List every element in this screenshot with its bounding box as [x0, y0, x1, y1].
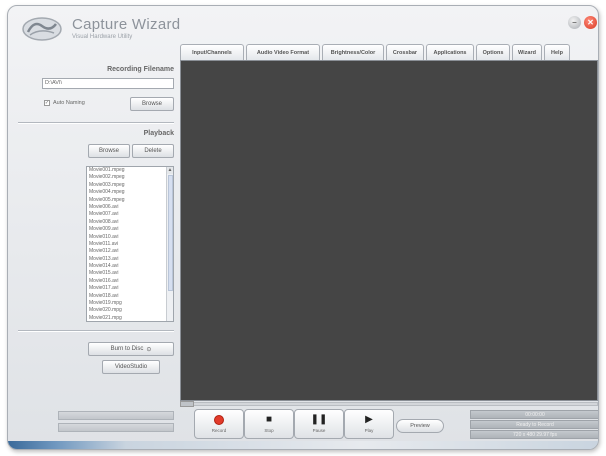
- auto-naming-label: Auto Naming: [53, 100, 85, 106]
- stop-icon: ■: [265, 414, 273, 425]
- file-list-item[interactable]: Movie015.avi: [87, 270, 173, 277]
- file-list-item[interactable]: Movie002.mpeg: [87, 174, 173, 181]
- file-list-item[interactable]: Movie004.mpeg: [87, 189, 173, 196]
- file-list-item[interactable]: Movie006.avi: [87, 204, 173, 211]
- playback-delete-button[interactable]: Delete: [132, 144, 174, 158]
- stop-button[interactable]: ■ Stop: [244, 409, 294, 439]
- file-list-item[interactable]: Movie005.mpeg: [87, 197, 173, 204]
- divider: [18, 122, 174, 124]
- preview-button[interactable]: Preview: [396, 419, 444, 433]
- seek-bar[interactable]: [180, 401, 598, 407]
- tab-crossbar[interactable]: Crossbar: [386, 44, 424, 60]
- file-items: Movie001.mpeg Movie002.mpeg Movie003.mpeg M…: [87, 167, 173, 321]
- recording-filename-input[interactable]: D:\AVI\: [42, 78, 174, 89]
- disc-icon: ⊙: [146, 346, 152, 353]
- play-label: Play: [364, 428, 374, 433]
- file-list-item[interactable]: Movie017.avi: [87, 285, 173, 292]
- burn-to-disc-button[interactable]: Burn to Disc ⊙: [88, 342, 174, 356]
- video-preview: [180, 60, 598, 401]
- stop-label: Stop: [264, 428, 274, 433]
- file-list-item[interactable]: Movie009.avi: [87, 226, 173, 233]
- pause-button[interactable]: ❚❚ Pause: [294, 409, 344, 439]
- file-list-item[interactable]: Movie001.mpeg: [87, 167, 173, 174]
- scroll-thumb[interactable]: [168, 175, 173, 291]
- tab-wizard[interactable]: Wizard: [512, 44, 542, 60]
- playback-file-list[interactable]: Movie001.mpeg Movie002.mpeg Movie003.mpeg M…: [86, 166, 174, 322]
- record-label: Record: [211, 428, 227, 433]
- window-bottom-accent: [8, 441, 598, 449]
- file-list-scrollbar[interactable]: ▲: [166, 167, 173, 321]
- file-list-item[interactable]: Movie003.mpeg: [87, 182, 173, 189]
- left-panel: Recording Filename D:\AVI\ ✓ Auto Naming…: [18, 64, 174, 394]
- tab-applications[interactable]: Applications: [426, 44, 474, 60]
- file-list-item[interactable]: Movie020.mpg: [87, 307, 173, 314]
- tab-input-channels[interactable]: Input/Channels: [180, 44, 244, 60]
- auto-naming-row[interactable]: ✓ Auto Naming: [44, 100, 85, 106]
- tab-help[interactable]: Help: [544, 44, 570, 60]
- file-list-item[interactable]: Movie008.avi: [87, 219, 173, 226]
- status-bar-left-1: [58, 411, 174, 420]
- recording-browse-button[interactable]: Browse: [130, 97, 174, 111]
- file-list-item[interactable]: Movie018.avi: [87, 293, 173, 300]
- file-list-item[interactable]: Movie012.avi: [87, 248, 173, 255]
- tab-options[interactable]: Options: [476, 44, 510, 60]
- burn-to-disc-label: Burn to Disc: [110, 346, 144, 352]
- record-icon: [214, 415, 224, 425]
- pause-label: Pause: [312, 428, 326, 433]
- divider: [18, 330, 174, 332]
- file-list-item[interactable]: Movie019.mpg: [87, 300, 173, 307]
- record-button[interactable]: Record: [194, 409, 244, 439]
- status-bar-right-1: 00:00:00: [470, 410, 598, 419]
- file-list-item[interactable]: Movie013.avi: [87, 256, 173, 263]
- tab-audio-video-format[interactable]: Audio Video Format: [246, 44, 320, 60]
- status-bar-right-2: Ready to Record: [470, 420, 598, 429]
- play-icon: ▶: [365, 414, 373, 425]
- app-logo: [22, 17, 62, 41]
- file-list-item[interactable]: Movie010.avi: [87, 234, 173, 241]
- videostudio-button[interactable]: VideoStudio: [102, 360, 160, 374]
- status-bar-left-2: [58, 423, 174, 432]
- tab-brightness-color[interactable]: Brightness/Color: [322, 44, 384, 60]
- recording-filename-title: Recording Filename: [107, 66, 174, 73]
- playback-browse-button[interactable]: Browse: [88, 144, 130, 158]
- status-bar-right-3: 720 x 480 29.97 fps: [470, 430, 598, 439]
- app-window: Capture Wizard Visual Hardware Utility –…: [7, 5, 599, 450]
- seek-thumb[interactable]: [180, 401, 194, 407]
- close-button[interactable]: ✕: [584, 16, 597, 29]
- file-list-item[interactable]: Movie021.mpg: [87, 315, 173, 321]
- app-subtitle: Visual Hardware Utility: [72, 34, 133, 40]
- auto-naming-checkbox[interactable]: ✓: [44, 100, 50, 106]
- play-button[interactable]: ▶ Play: [344, 409, 394, 439]
- file-list-item[interactable]: Movie014.avi: [87, 263, 173, 270]
- file-list-item[interactable]: Movie011.avi: [87, 241, 173, 248]
- app-title: Capture Wizard: [72, 16, 181, 33]
- file-list-item[interactable]: Movie016.avi: [87, 278, 173, 285]
- file-list-item[interactable]: Movie007.avi: [87, 211, 173, 218]
- tab-bar: Input/Channels Audio Video Format Bright…: [180, 44, 594, 60]
- minimize-button[interactable]: –: [568, 16, 581, 29]
- pause-icon: ❚❚: [310, 414, 328, 425]
- scroll-up-icon[interactable]: ▲: [167, 167, 173, 174]
- playback-title: Playback: [143, 130, 174, 137]
